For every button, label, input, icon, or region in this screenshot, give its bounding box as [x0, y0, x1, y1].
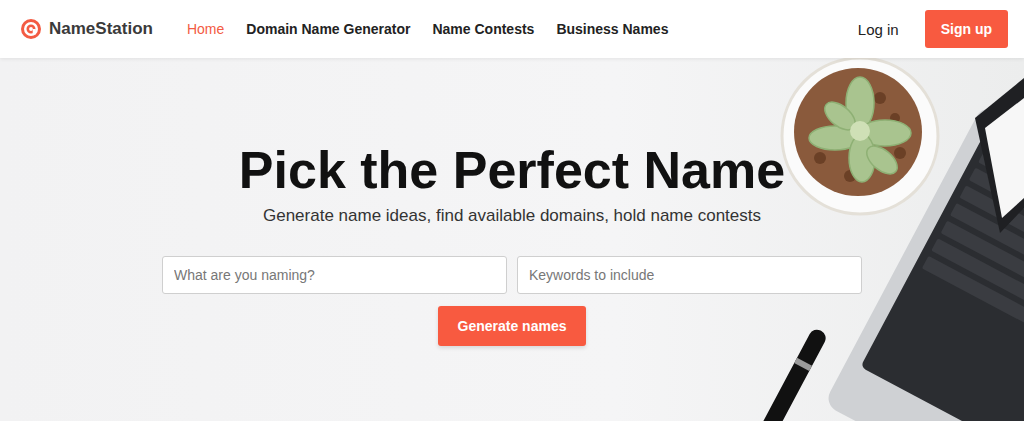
brand-logo[interactable]: NameStation	[20, 18, 153, 40]
nav-link[interactable]: Home	[187, 21, 224, 37]
top-nav-bar: NameStation Home Domain Name Generator Name…	[0, 0, 1024, 58]
hero-section: Pick the Perfect Name Generate name ideas…	[0, 58, 1024, 421]
hero-content: Pick the Perfect Name Generate name ideas…	[0, 58, 1024, 346]
login-link[interactable]: Log in	[858, 21, 899, 38]
generate-button[interactable]: Generate names	[438, 306, 587, 346]
at-sign-icon	[20, 18, 42, 40]
name-input[interactable]	[517, 256, 862, 294]
nav-link[interactable]: Domain Name Generator	[246, 21, 410, 37]
nav-link[interactable]: Name Contests	[432, 21, 534, 37]
hero-subtitle: Generate name ideas, find available doma…	[263, 204, 761, 228]
hero-title: Pick the Perfect Name	[239, 140, 785, 200]
brand-name[interactable]: NameStation	[49, 19, 153, 39]
search-fields	[162, 256, 862, 294]
hero-photo	[0, 58, 1024, 421]
name-input[interactable]	[162, 256, 507, 294]
signup-button[interactable]: Sign up	[925, 10, 1008, 48]
main-nav: Home Domain Name Generator Name Contests Bu…	[187, 21, 669, 37]
nav-link[interactable]: Business Names	[556, 21, 668, 37]
